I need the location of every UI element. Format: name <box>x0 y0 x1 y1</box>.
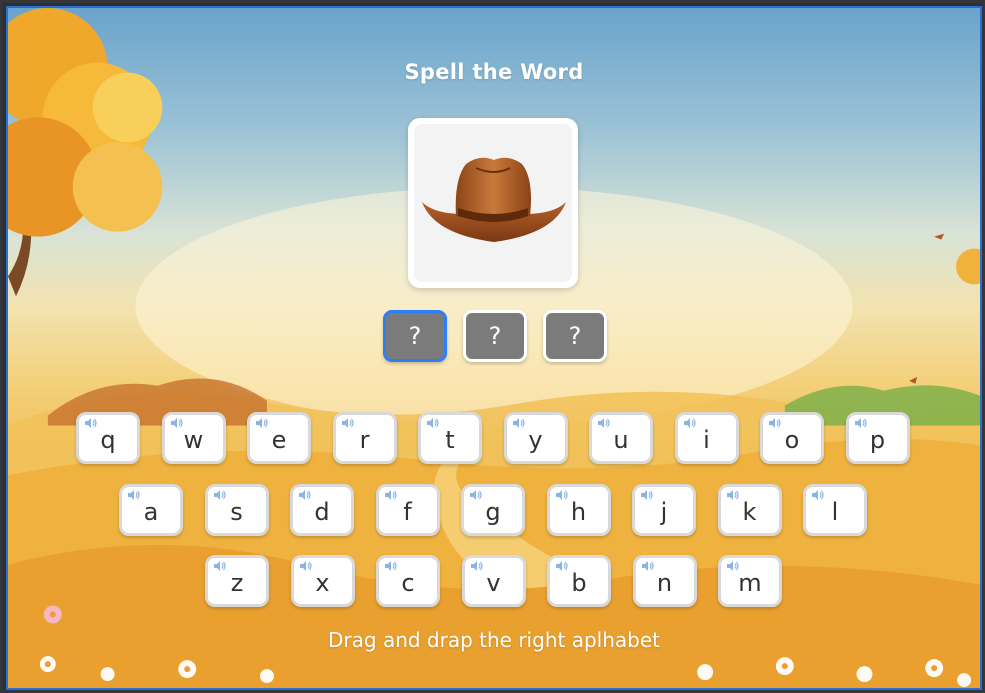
letter-key-z[interactable]: z <box>205 555 269 607</box>
letter-key-q[interactable]: q <box>76 412 140 464</box>
letter-key-label: h <box>570 498 587 526</box>
letter-key-label: u <box>613 426 629 454</box>
letter-key-label: l <box>831 498 839 526</box>
letter-key-c[interactable]: c <box>376 555 440 607</box>
letter-key-y[interactable]: y <box>503 412 568 464</box>
letter-key-i[interactable]: i <box>674 412 739 464</box>
letter-key-label: o <box>784 426 800 454</box>
letter-key-w[interactable]: w <box>161 412 226 464</box>
letter-key-label: k <box>742 498 757 526</box>
letter-key-g[interactable]: g <box>461 484 525 536</box>
app-frame: Spell the Word ??? q w e r t y u i o p a s d f g h j … <box>0 0 985 693</box>
letter-key-label: a <box>143 498 159 526</box>
letter-key-label: x <box>315 569 330 597</box>
letter-key-e[interactable]: e <box>247 412 311 464</box>
letter-key-t[interactable]: t <box>418 412 482 464</box>
letter-key-label: t <box>445 426 455 454</box>
letter-key-label: p <box>869 426 886 454</box>
letter-key-label: v <box>486 569 501 597</box>
letter-key-label: m <box>738 569 762 597</box>
letter-key-label: c <box>401 569 415 597</box>
letter-key-label: s <box>230 498 243 526</box>
letter-key-label: j <box>660 498 668 526</box>
instruction-text: Drag and drap the right aplhabet <box>328 628 660 652</box>
letter-key-n[interactable]: n <box>632 555 697 607</box>
letter-key-label: r <box>359 426 370 454</box>
letter-key-o[interactable]: o <box>760 412 824 464</box>
letter-key-s[interactable]: s <box>204 484 269 536</box>
letter-key-label: b <box>571 569 587 597</box>
game-title: Spell the Word <box>404 60 584 84</box>
letter-key-label: y <box>528 426 543 454</box>
letter-key-f[interactable]: f <box>375 484 440 536</box>
letter-key-u[interactable]: u <box>589 412 653 464</box>
letter-key-label: n <box>656 569 673 597</box>
letter-key-label: q <box>100 426 116 454</box>
letter-key-m[interactable]: m <box>718 555 782 607</box>
letter-key-label: g <box>485 498 501 526</box>
letter-key-label: w <box>183 426 204 454</box>
cowboy-hat-icon <box>414 124 572 282</box>
answer-slot-2[interactable]: ? <box>463 310 527 362</box>
letter-key-label: i <box>703 426 710 454</box>
letter-key-b[interactable]: b <box>547 555 611 607</box>
letter-key-p[interactable]: p <box>845 412 910 464</box>
letter-key-d[interactable]: d <box>290 484 354 536</box>
letter-key-r[interactable]: r <box>332 412 397 464</box>
letter-key-v[interactable]: v <box>461 555 526 607</box>
letter-key-label: f <box>403 498 412 526</box>
letter-key-a[interactable]: a <box>119 484 183 536</box>
game-stage: Spell the Word ??? q w e r t y u i o p a s d f g h j … <box>6 6 982 690</box>
answer-slot-1[interactable]: ? <box>383 310 447 362</box>
letter-key-label: z <box>230 569 244 597</box>
letter-key-j[interactable]: j <box>632 484 696 536</box>
word-picture-card <box>408 118 578 288</box>
letter-key-label: e <box>271 426 287 454</box>
answer-slot-3[interactable]: ? <box>543 310 607 362</box>
letter-key-k[interactable]: k <box>717 484 782 536</box>
letter-key-label: d <box>314 498 330 526</box>
letter-key-h[interactable]: h <box>546 484 611 536</box>
letter-key-l[interactable]: l <box>803 484 867 536</box>
letter-key-x[interactable]: x <box>290 555 355 607</box>
